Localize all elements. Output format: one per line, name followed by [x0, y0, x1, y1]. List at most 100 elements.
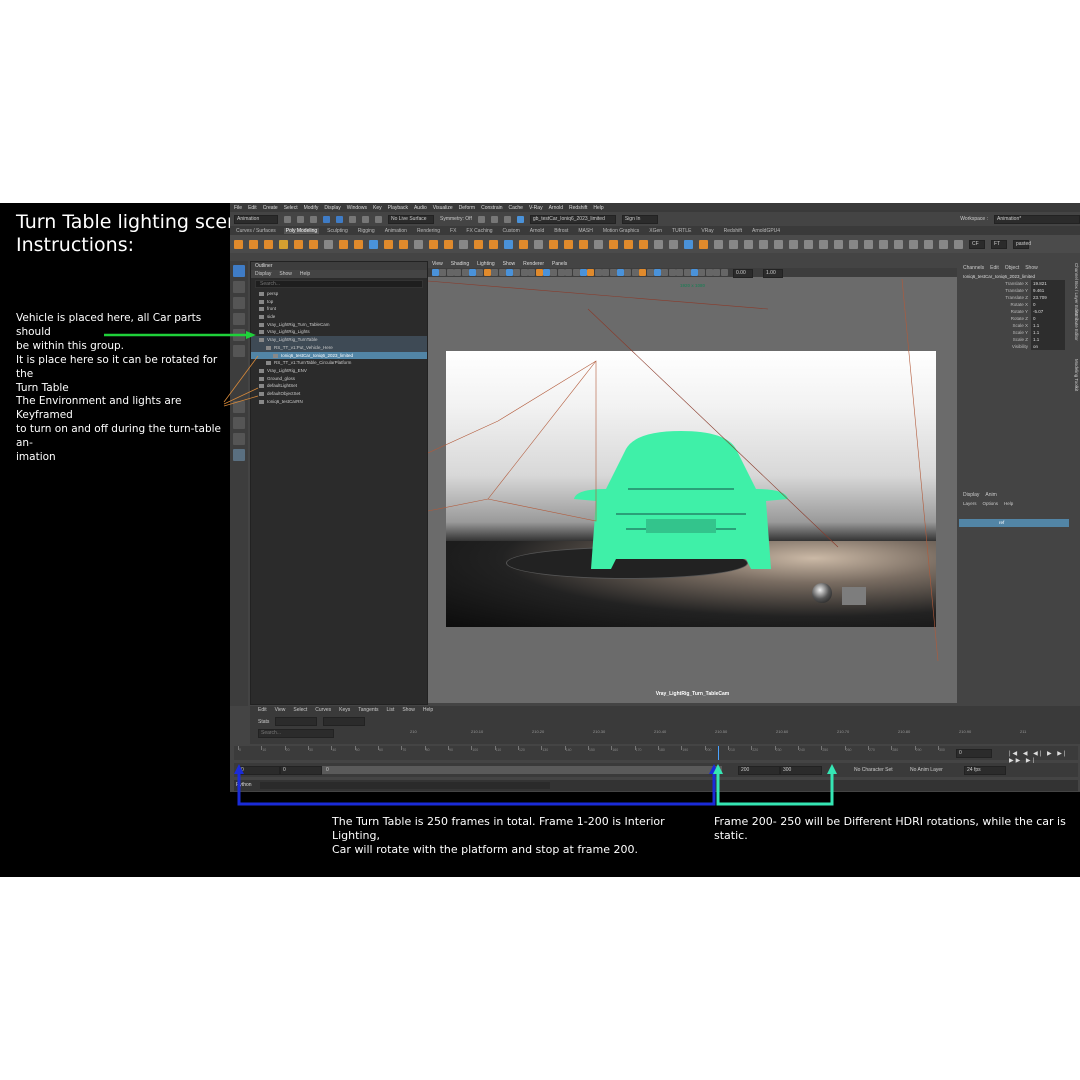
anim-end-field[interactable]: 300 [780, 766, 822, 775]
channel-menu-edit[interactable]: Edit [990, 265, 999, 271]
shelf-tab-poly-modeling[interactable]: Poly Modeling [283, 227, 320, 234]
layer-row[interactable]: ref [959, 519, 1069, 527]
render-icon[interactable] [477, 215, 485, 223]
shelf-tool-40-icon[interactable] [819, 239, 828, 249]
shelf-tool-33-icon[interactable] [714, 239, 723, 249]
shelf-tool-24-icon[interactable] [579, 239, 588, 249]
layer-tab-anim[interactable]: Anim [985, 492, 996, 498]
shelf-tool-38-icon[interactable] [789, 239, 798, 249]
menu-display[interactable]: Display [324, 205, 340, 211]
shelf-tool-36-icon[interactable] [759, 239, 768, 249]
shelf-tool-29-icon[interactable] [654, 239, 663, 249]
shelf-tool-6-icon[interactable] [309, 239, 318, 249]
start-frame-field[interactable]: 0 [238, 766, 280, 775]
menu-select[interactable]: Select [284, 205, 298, 211]
outliner-item[interactable]: Ground_gloss [251, 375, 427, 383]
shelf-tool-22-icon[interactable] [549, 239, 558, 249]
sign-in-button[interactable]: Sign In [621, 214, 658, 224]
shelf-tool-13-icon[interactable] [414, 239, 423, 249]
shelf-badge[interactable]: pasted [1013, 239, 1031, 249]
menu-set-dropdown[interactable]: Animation [234, 214, 278, 224]
shelf-tool-16-icon[interactable] [459, 239, 468, 249]
shelf-tool-23-icon[interactable] [564, 239, 573, 249]
outliner-layout-icon[interactable] [233, 449, 245, 461]
snap-curve-icon[interactable] [362, 215, 369, 223]
graph-menu-help[interactable]: Help [423, 707, 433, 714]
layer-tab-display[interactable]: Display [963, 492, 979, 498]
character-set-dropdown[interactable]: No Character Set [854, 767, 893, 773]
channel-row[interactable]: Scale Z 1.1 [959, 336, 1069, 343]
range-bar[interactable]: 0 [322, 766, 722, 774]
shelf-tool-46-icon[interactable] [909, 239, 918, 249]
single-pane-icon[interactable] [233, 401, 245, 413]
menu-help[interactable]: Help [593, 205, 603, 211]
channel-row[interactable]: Translate Y 9.461 [959, 287, 1069, 294]
graph-menu-edit[interactable]: Edit [258, 707, 267, 714]
menu-playback[interactable]: Playback [388, 205, 408, 211]
ipr-render-icon[interactable] [490, 215, 498, 223]
outliner-item[interactable]: defaultObjectSet [251, 390, 427, 398]
snap-point-icon[interactable] [375, 215, 382, 223]
shelf-tool-20-icon[interactable] [519, 239, 528, 249]
channel-menu-channels[interactable]: Channels [963, 265, 984, 271]
outliner-item[interactable]: side [251, 313, 427, 321]
shelf-tool-44-icon[interactable] [879, 239, 888, 249]
outliner-item[interactable]: RS_TT_v1:TurnTable_CircularPlatform [251, 359, 427, 367]
channel-value[interactable]: 0 [1031, 315, 1065, 322]
outliner-item[interactable]: Vray_LightRig_Turn_TableCam [251, 321, 427, 329]
shelf-tool-10-icon[interactable] [369, 239, 378, 249]
paint-select-icon[interactable] [233, 297, 245, 309]
time-slider[interactable]: 0 10 20 30 40 50 60 70 80 90 100 110 120 130 140 150 160… [234, 746, 1078, 764]
select-tool-icon[interactable] [233, 265, 245, 277]
graph-menu-list[interactable]: List [387, 707, 395, 714]
shelf-tool-9-icon[interactable] [354, 239, 363, 249]
shelf-tab-xgen[interactable]: XGen [647, 228, 664, 234]
shelf-tool-35-icon[interactable] [744, 239, 753, 249]
channel-row[interactable]: Rotate X0 [959, 301, 1069, 308]
save-scene-icon[interactable] [310, 215, 317, 223]
new-scene-icon[interactable] [284, 215, 291, 223]
shelf-tool-27-icon[interactable] [624, 239, 633, 249]
layout-icon[interactable] [233, 433, 245, 445]
outliner-menu-show[interactable]: Show [279, 270, 292, 278]
shelf-tool-5-icon[interactable] [294, 239, 303, 249]
shelf-tool-49-icon[interactable] [954, 239, 963, 249]
menu-deform[interactable]: Deform [459, 205, 475, 211]
outliner-item[interactable]: Vray_LightRig_TurnTable [251, 336, 427, 344]
shelf-tool-3-icon[interactable] [264, 239, 273, 249]
shelf-badge[interactable]: FT [991, 239, 1007, 249]
outliner-item[interactable]: Ioniq6_testCarRN [251, 398, 427, 406]
current-frame-field[interactable]: 0 [956, 749, 992, 758]
menu-arnold[interactable]: Arnold [549, 205, 563, 211]
outliner-item[interactable]: RS_TT_v1:Put_Vehicle_Here [251, 343, 427, 352]
shelf-tool-30-icon[interactable] [669, 239, 678, 249]
snap-grid-icon[interactable] [349, 215, 356, 223]
shelf-tab-sculpting[interactable]: Sculpting [325, 228, 350, 234]
channel-value[interactable]: -5.07 [1031, 308, 1065, 315]
layer-menu-help[interactable]: Help [1004, 501, 1013, 506]
playback-start-field[interactable]: 0 [280, 766, 322, 775]
outliner-search-input[interactable]: Search... [255, 280, 423, 288]
channel-value[interactable]: 0 [1031, 301, 1065, 308]
shelf-tool-4-icon[interactable] [279, 239, 288, 249]
channel-value[interactable]: 23.709 [1031, 294, 1065, 301]
shelf-tab-arnold[interactable]: Arnold [528, 228, 546, 234]
graph-menu-keys[interactable]: Keys [339, 707, 350, 714]
playback-end-field[interactable]: 200 [738, 766, 780, 775]
graph-menu-view[interactable]: View [275, 707, 286, 714]
outliner-item[interactable]: Vray_LightRig_Lights [251, 328, 427, 336]
graph-menu-show[interactable]: Show [402, 707, 415, 714]
channel-row[interactable]: Rotate Z0 [959, 315, 1069, 322]
graph-stats-field-2[interactable] [323, 717, 366, 726]
channel-value[interactable]: on [1031, 343, 1065, 350]
side-tab[interactable]: Attribute Editor [1074, 311, 1079, 341]
graph-menu-select[interactable]: Select [293, 707, 307, 714]
shelf-tab-vray[interactable]: VRay [699, 228, 715, 234]
menu-key[interactable]: Key [373, 205, 382, 211]
menu-modify[interactable]: Modify [304, 205, 319, 211]
shelf-tool-1-icon[interactable] [234, 239, 243, 249]
command-line[interactable]: Python [234, 780, 1078, 791]
menu-visualize[interactable]: Visualize [433, 205, 453, 211]
channel-row[interactable]: Visibility on [959, 343, 1069, 350]
channel-row[interactable]: Translate Z 23.709 [959, 294, 1069, 301]
